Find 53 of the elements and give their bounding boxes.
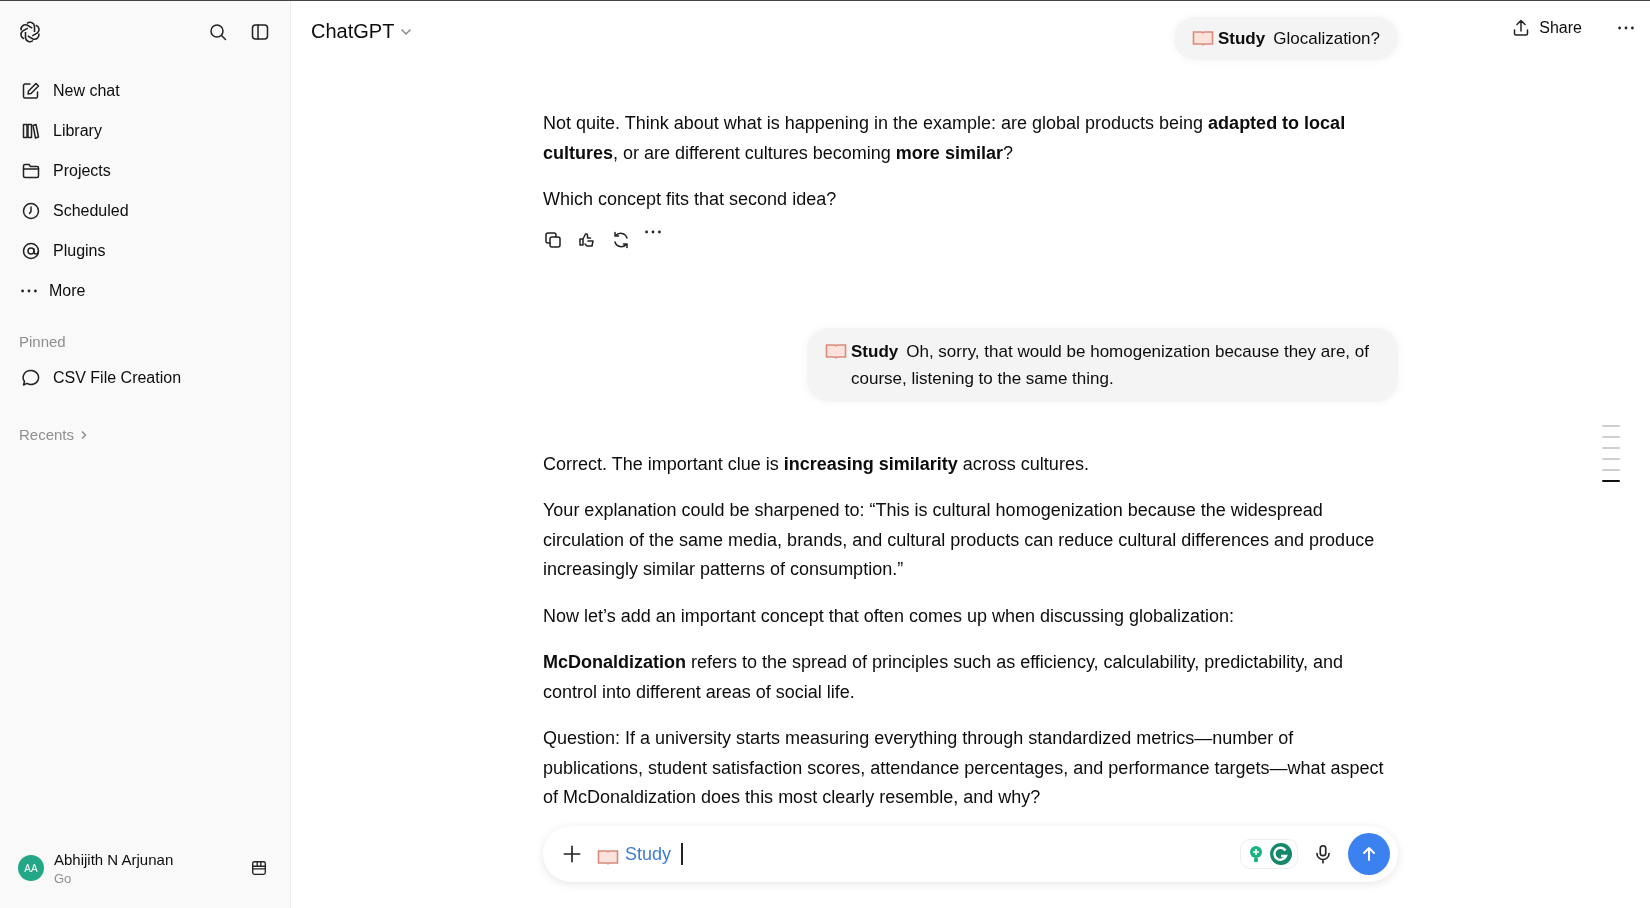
sidebar-item[interactable]: New chat	[12, 71, 278, 111]
user-name: Abhijith N Arjunan	[54, 850, 175, 868]
share-button[interactable]: Share	[1505, 17, 1588, 39]
response-paragraph: McDonaldization refers to the spread of principles such as efficiency, calculability, predictability, and control into different areas of social life.	[543, 651, 1344, 704]
scroll-marker[interactable]	[1602, 447, 1620, 449]
message-input[interactable]: Study	[597, 834, 1230, 874]
response-paragraph: Which concept fits that second idea?	[543, 188, 838, 211]
book-icon	[597, 848, 619, 865]
regenerate-button[interactable]	[611, 229, 631, 250]
at-sign-icon	[21, 241, 41, 261]
response-paragraph: Question: If a university starts measuring everything through standardized metrics—number of publications, student satisfaction scores, attendance percentages, and performance targets—what aspect of McDonaldization does this most clearly resemble, and why?	[543, 727, 1385, 809]
message-text: Study Oh, sorry, that would be homogenization because they are, of course, listening to the same thing.	[851, 340, 1370, 390]
extension-badges-drawing[interactable]	[1240, 839, 1298, 869]
model-selector[interactable]: ChatGPT	[291, 19, 419, 44]
copy-button[interactable]	[543, 229, 563, 250]
book-icon	[1192, 30, 1214, 46]
more-icon	[645, 229, 661, 234]
copy-icon	[543, 229, 563, 250]
chevron-down-icon	[400, 27, 413, 36]
sidebar-item[interactable]: Scheduled	[12, 191, 278, 231]
response-paragraph: Now let’s add an important concept that often comes up when discussing globalization:	[543, 604, 1236, 628]
chevron-icon	[80, 429, 89, 440]
book-icon	[825, 342, 847, 359]
more-icon	[1618, 26, 1634, 30]
folder-icon	[21, 161, 41, 181]
scroll-marker[interactable]	[1602, 436, 1620, 438]
scroll-marker[interactable]	[1602, 425, 1620, 427]
response-paragraph: Correct. The important clue is increasing similarity across cultures.	[543, 452, 1090, 476]
clock-icon	[21, 201, 41, 221]
plus-icon	[561, 843, 583, 865]
message-text: Study Glocalization?	[1218, 28, 1380, 50]
compose-icon	[21, 81, 41, 101]
scroll-marker[interactable]	[1602, 469, 1620, 471]
scroll-marker[interactable]	[1602, 480, 1620, 482]
response-paragraph: Your explanation could be sharpened to: “This is cultural homogenization because the widespread circulation of the same media, brands, and cultural products can reduce cultural differences and produce increasingly similar patterns of consumption.”	[543, 499, 1376, 581]
sidebar-item[interactable]: Library	[12, 111, 278, 151]
logo-icon[interactable]	[18, 20, 42, 44]
sidebar-icon	[250, 22, 270, 42]
storefront-icon	[250, 859, 268, 877]
scroll-marker[interactable]	[1602, 458, 1620, 460]
pinned-chat[interactable]: CSV File Creation	[12, 358, 278, 398]
plan-label: Go	[54, 870, 73, 886]
send-button[interactable]	[1348, 833, 1390, 875]
more-icon	[21, 289, 37, 293]
sidebar-item[interactable]: Projects	[12, 151, 278, 191]
response-paragraph: Not quite. Think about what is happening in the example: are global products being adapted to local cultures, or are different cultures becoming more similar?	[543, 112, 1347, 165]
books-icon	[21, 121, 41, 141]
sidebar-item[interactable]: More	[12, 271, 278, 311]
search-icon	[208, 22, 228, 42]
refresh-icon	[611, 229, 631, 250]
section-heading: Pinned	[19, 333, 67, 350]
sidebar-item[interactable]: Plugins	[12, 231, 278, 271]
chat-bubble-icon	[21, 368, 41, 388]
